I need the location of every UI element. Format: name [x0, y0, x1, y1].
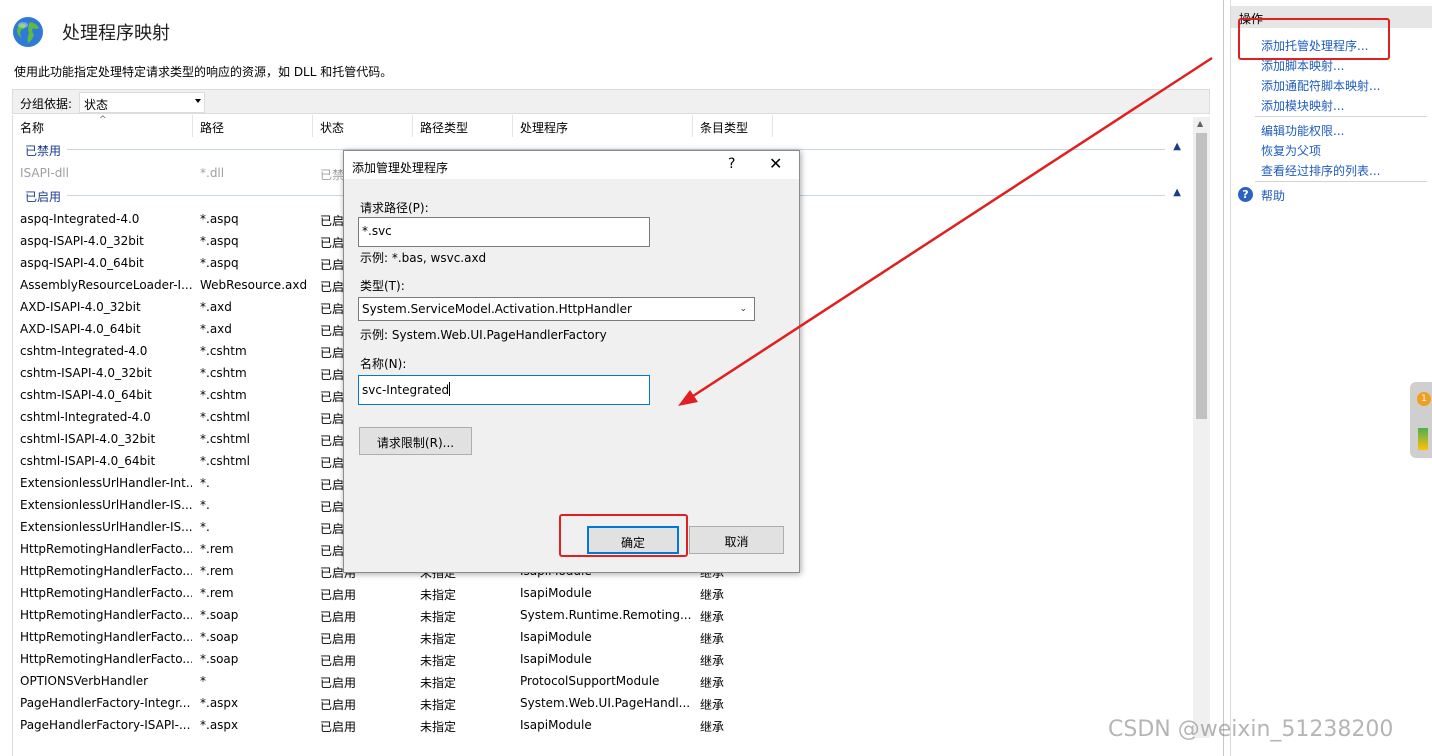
notification-badge: 1	[1417, 392, 1431, 406]
side-floating-widget[interactable]: 1	[1410, 382, 1432, 458]
annotation-arrow	[678, 56, 1213, 406]
status-bar-icon	[1418, 428, 1428, 450]
watermark: CSDN @weixin_51238200	[1108, 717, 1394, 742]
